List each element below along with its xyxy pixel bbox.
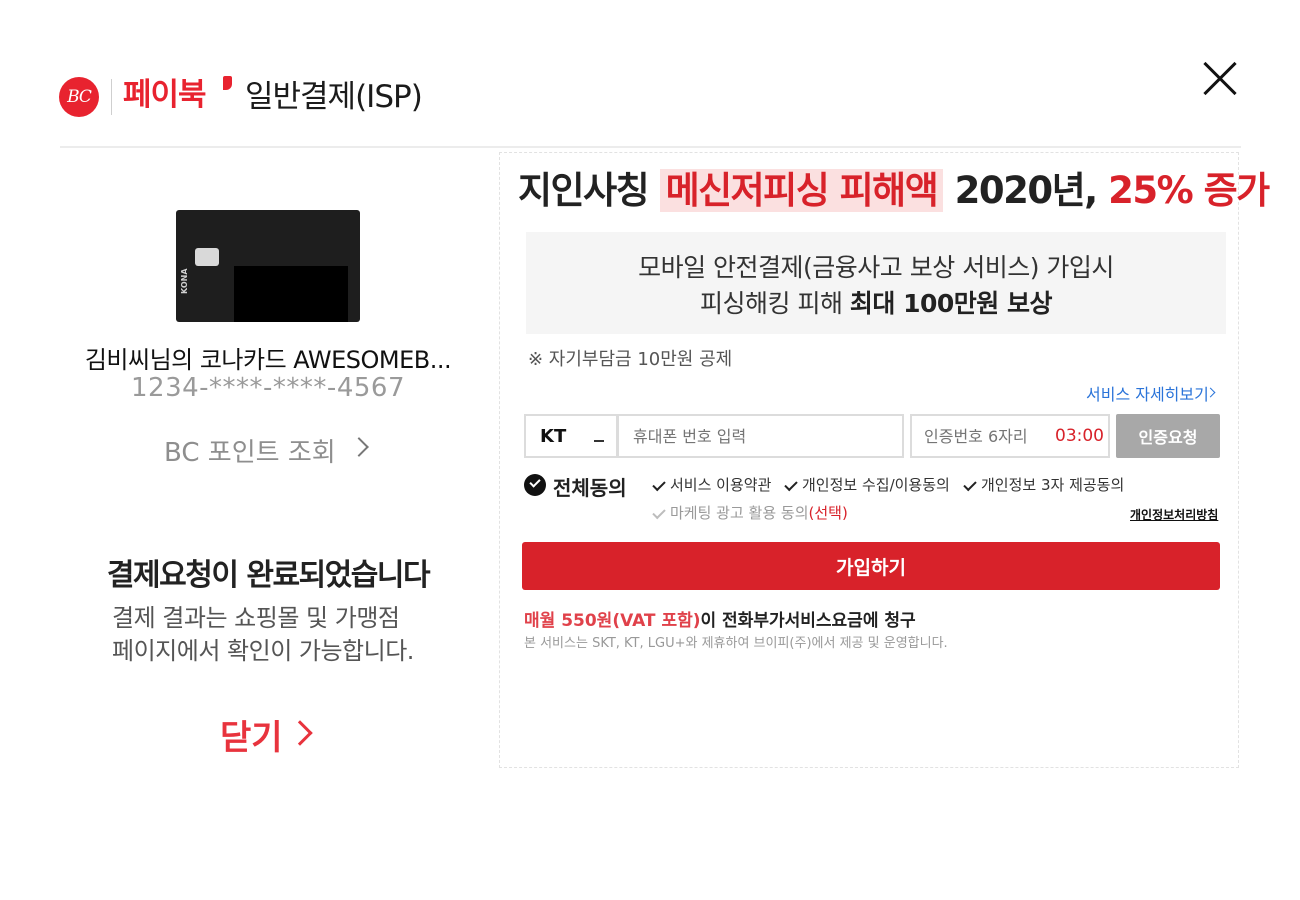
service-detail-link[interactable]: 서비스 자세히보기 bbox=[1086, 381, 1209, 405]
headline-prefix: 지인사칭 bbox=[518, 169, 650, 212]
term-service[interactable]: 서비스 이용약관 bbox=[651, 474, 771, 495]
description-line: 결제 결과는 쇼핑몰 및 가맹점 bbox=[112, 604, 400, 632]
check-icon bbox=[963, 477, 977, 491]
headline-highlight: 메신저피싱 피해액 bbox=[659, 169, 944, 212]
agree-all-label[interactable]: 전체동의 bbox=[553, 472, 627, 501]
chevron-right-icon[interactable] bbox=[287, 720, 313, 746]
carrier-value: KT bbox=[540, 426, 567, 447]
bc-point-link[interactable]: BC 포인트 조회 bbox=[164, 432, 336, 469]
page-title: 일반결제(ISP) bbox=[245, 79, 423, 115]
check-icon bbox=[652, 505, 666, 519]
chevron-right-icon[interactable] bbox=[349, 437, 369, 457]
payment-complete-description: 결제 결과는 쇼핑몰 및 가맹점 페이지에서 확인이 가능합니다. bbox=[112, 602, 414, 668]
term-label: 서비스 이용약관 bbox=[670, 476, 772, 494]
phone-input[interactable] bbox=[617, 414, 904, 458]
fee-notice: 매월 550원(VAT 포함)이 전화부가서비스요금에 청구 bbox=[524, 606, 916, 631]
card-chip-icon bbox=[195, 248, 219, 266]
card-image: KONA bbox=[176, 210, 360, 322]
term-label: 개인정보 수집/이용동의 bbox=[802, 476, 950, 494]
close-link[interactable]: 닫기 bbox=[220, 710, 283, 759]
benefit-line: 모바일 안전결제(금융사고 보상 서비스) 가입시 bbox=[638, 253, 1114, 282]
deductible-note: ※ 자기부담금 10만원 공제 bbox=[528, 349, 733, 370]
term-label: 개인정보 3자 제공동의 bbox=[981, 476, 1125, 494]
payment-complete-title: 결제요청이 완료되었습니다 bbox=[106, 558, 431, 593]
ad-headline: 지인사칭 메신저피싱 피해액 2020년, 25% 증가 bbox=[518, 166, 1270, 216]
card-name: 김비씨님의 코나카드 AWESOMEB... bbox=[84, 346, 452, 374]
benefit-line: 피싱해킹 피해 최대 100만원 보상 bbox=[526, 284, 1226, 320]
benefit-line2-bold: 최대 100만원 보상 bbox=[849, 289, 1053, 318]
join-button[interactable]: 가입하기 bbox=[522, 542, 1220, 590]
card-brand-text: KONA bbox=[180, 268, 189, 294]
headline-mid: 2020년, bbox=[954, 169, 1099, 212]
agree-all-check-icon[interactable] bbox=[524, 474, 546, 496]
benefit-box: 모바일 안전결제(금융사고 보상 서비스) 가입시 피싱해킹 피해 최대 100… bbox=[526, 232, 1226, 334]
auth-request-button[interactable]: 인증요청 bbox=[1116, 414, 1220, 458]
paybook-logo-mark bbox=[223, 76, 232, 90]
term-label: 마케팅 광고 활용 동의 bbox=[670, 504, 809, 522]
term-third-party[interactable]: 개인정보 3자 제공동의 bbox=[962, 474, 1124, 495]
term-privacy-collect[interactable]: 개인정보 수집/이용동의 bbox=[783, 474, 950, 495]
check-icon bbox=[784, 477, 798, 491]
card-inner-panel bbox=[234, 266, 348, 322]
headline-red: 25% 증가 bbox=[1108, 169, 1270, 212]
dropdown-caret-icon bbox=[594, 440, 604, 442]
term-marketing[interactable]: 마케팅 광고 활용 동의(선택) bbox=[651, 502, 848, 523]
close-icon[interactable] bbox=[1196, 55, 1244, 103]
benefit-line2-prefix: 피싱해킹 피해 bbox=[700, 289, 843, 318]
carrier-select[interactable]: KT bbox=[524, 414, 618, 458]
auth-timer: 03:00 bbox=[1055, 426, 1104, 446]
fee-amount: 매월 550원(VAT 포함) bbox=[524, 611, 701, 631]
bc-logo: BC bbox=[59, 77, 99, 117]
fee-footnote: 본 서비스는 SKT, KT, LGU+와 제휴하여 브이피(주)에서 제공 및… bbox=[524, 636, 948, 651]
description-line: 페이지에서 확인이 가능합니다. bbox=[112, 637, 414, 665]
header-divider-line bbox=[60, 146, 1241, 148]
paybook-logo: 페이북 bbox=[123, 77, 207, 113]
header-divider bbox=[111, 79, 112, 115]
fee-text: 이 전화부가서비스요금에 청구 bbox=[700, 611, 916, 631]
privacy-policy-link[interactable]: 개인정보처리방침 bbox=[1130, 506, 1218, 523]
card-number: 1234-****-****-4567 bbox=[131, 373, 405, 403]
optional-tag: (선택) bbox=[808, 504, 848, 522]
check-icon bbox=[652, 477, 666, 491]
